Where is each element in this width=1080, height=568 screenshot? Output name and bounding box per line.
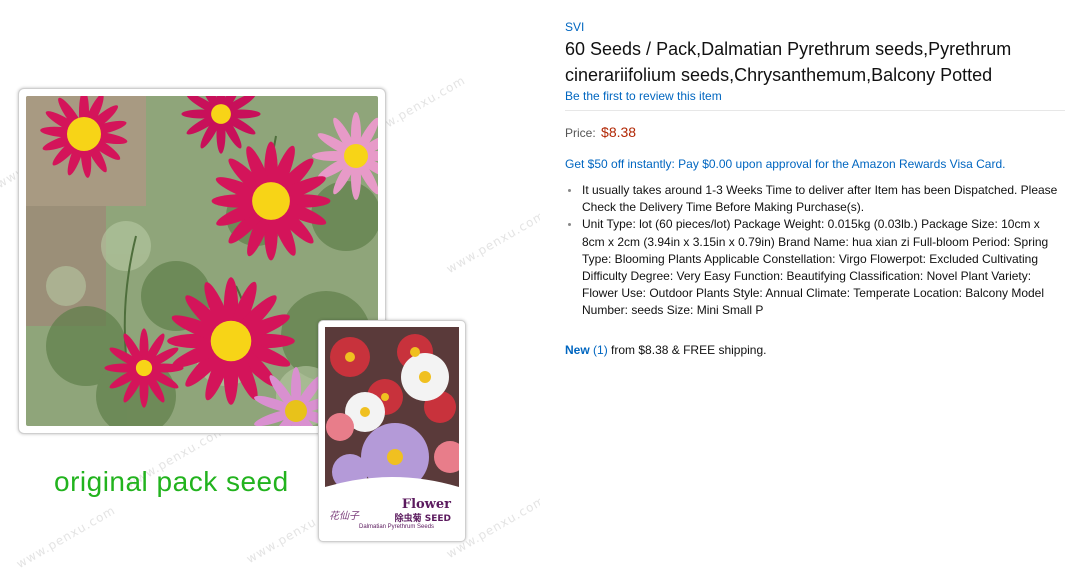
image-caption: original pack seed	[54, 466, 289, 497]
review-link[interactable]: Be the first to review this item	[565, 88, 1065, 104]
price-label: Price:	[565, 126, 596, 140]
credit-card-promo-link[interactable]: Get $50 off instantly: Pay $0.00 upon ap…	[565, 156, 1065, 172]
pack-chinese-name: 除虫菊 SEED	[394, 514, 451, 524]
offers-count-link[interactable]: (1)	[593, 343, 608, 357]
feature-bullets: It usually takes around 1-3 Weeks Time t…	[565, 182, 1065, 320]
seed-pack-thumbnail[interactable]: 花仙子 Flower 除虫菊 SEED Dalmatian Pyrethrum …	[318, 320, 466, 542]
offers-from-price: from $8.38	[611, 342, 669, 357]
product-title: 60 Seeds / Pack,Dalmatian Pyrethrum seed…	[565, 39, 1012, 85]
product-image-area: www.penxu.com www.penxu.com www.penxu.co…	[0, 0, 540, 568]
offer-listing: New (1) from $8.38 & FREE shipping.	[565, 342, 1065, 358]
free-shipping-text: & FREE shipping.	[671, 342, 767, 357]
feature-bullet: It usually takes around 1-3 Weeks Time t…	[565, 182, 1065, 216]
product-info: SVI 60 Seeds / Pack,Dalmatian Pyrethrum …	[565, 18, 1065, 358]
pack-brand-logo: 花仙子	[329, 511, 359, 522]
watermark: www.penxu.com	[13, 502, 118, 568]
price-value: $8.38	[601, 124, 637, 140]
price-row: Price: $8.38	[565, 121, 1065, 144]
feature-bullet: Unit Type: lot (60 pieces/lot) Package W…	[565, 216, 1065, 319]
brand-link[interactable]: SVI	[565, 18, 1065, 36]
new-offers-link[interactable]: New	[565, 343, 590, 357]
watermark: www.penxu.com	[443, 207, 540, 277]
divider	[565, 110, 1065, 111]
pack-title: Flower	[401, 497, 451, 512]
pack-latin-name: Dalmatian Pyrethrum Seeds	[359, 524, 435, 530]
